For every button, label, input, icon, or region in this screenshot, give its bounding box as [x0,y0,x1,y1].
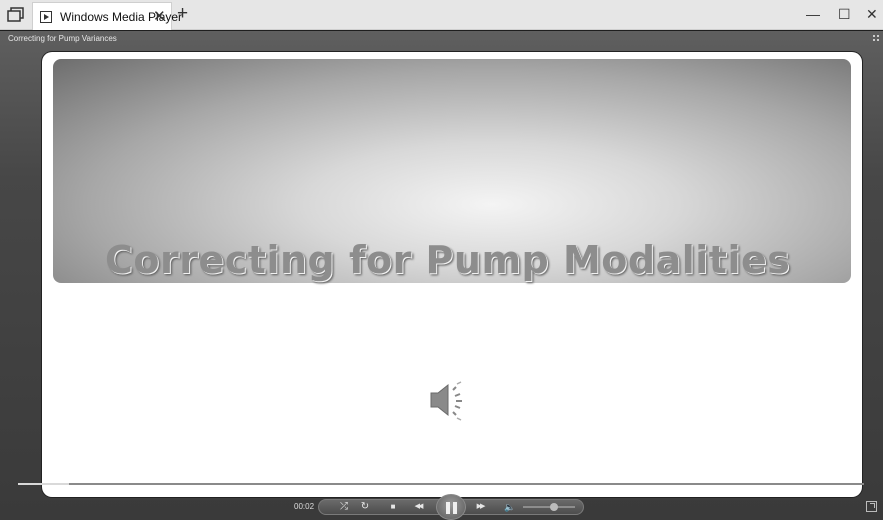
media-player: Correcting for Pump Variances Correcting… [0,31,883,520]
volume-slider[interactable] [523,503,575,511]
slide-title: Correcting for Pump Modalities [105,238,791,282]
tab-bar: Windows Media Player ✕ + — ☐ ✕ [0,0,883,30]
control-bar: 00:02 ⤮ ↻ ■ ◀◀ ▶▶ 🔈 [0,494,883,520]
tab-manager-icon[interactable] [6,6,26,24]
repeat-icon[interactable]: ↻ [357,499,373,515]
stop-icon[interactable]: ■ [385,499,401,515]
pause-button[interactable] [436,494,466,520]
maximize-button[interactable]: ☐ [838,6,851,23]
mute-icon[interactable]: 🔈 [502,499,518,515]
switch-to-library-button[interactable] [866,501,877,512]
previous-icon[interactable]: ◀◀ [410,499,426,515]
next-icon[interactable]: ▶▶ [472,499,488,515]
pause-bar-left [446,502,450,514]
elapsed-time: 00:02 [294,502,315,511]
tab-close-icon[interactable]: ✕ [153,7,166,25]
video-area[interactable]: Correcting for Pump Modalities [42,52,862,497]
close-window-button[interactable]: ✕ [866,6,878,23]
media-player-icon [40,11,52,23]
pause-bar-right [453,502,457,514]
minimize-button[interactable]: — [806,6,820,22]
speaker-icon [430,381,462,421]
seek-progress [18,483,69,485]
now-playing-title: Correcting for Pump Variances [8,34,117,43]
seek-bar[interactable] [18,483,864,485]
shuffle-icon[interactable]: ⤮ [336,499,352,515]
new-tab-button[interactable]: + [177,3,188,25]
tab-windows-media-player[interactable]: Windows Media Player ✕ [32,2,182,30]
switch-to-library-icon[interactable] [873,35,879,41]
